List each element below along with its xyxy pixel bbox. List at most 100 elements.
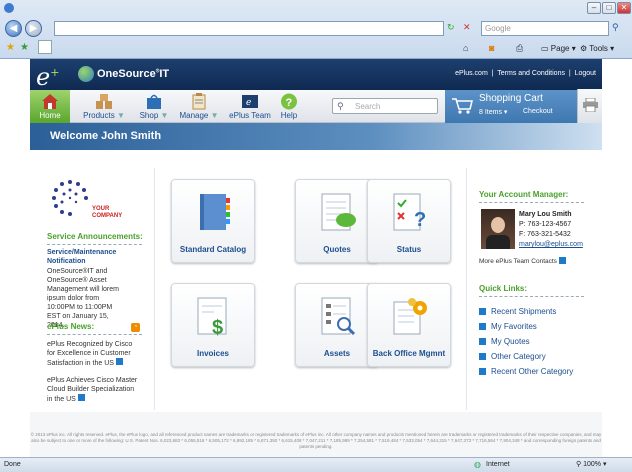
chevron-down-icon: ▼ [116, 111, 125, 120]
account-manager-name: Mary Lou Smith [519, 211, 572, 218]
quick-link[interactable]: Recent Shipments [479, 306, 573, 321]
more-contacts-label: More ePlus Team Contacts [479, 258, 557, 265]
welcome-message: Welcome John Smith [50, 130, 162, 142]
header-links: ePlus.com | Terms and Conditions | Logou… [455, 70, 596, 77]
account-manager-heading: Your Account Manager: [479, 190, 569, 199]
nav-products-label: Products [83, 111, 115, 120]
quick-link-label: My Quotes [491, 337, 530, 346]
chevron-down-icon: ▼ [160, 111, 169, 120]
nav-manage[interactable]: Manage ▼ [178, 90, 220, 123]
page-menu[interactable]: ▭ Page ▾ [541, 43, 576, 55]
tile-standard-catalog[interactable]: Standard Catalog [171, 179, 255, 263]
print-icon[interactable]: ⎙ [516, 43, 523, 54]
divider [479, 296, 584, 297]
quick-link[interactable]: My Favorites [479, 321, 573, 336]
header-link-separator: | [491, 70, 494, 77]
clipboard-icon [190, 93, 208, 110]
home-icon[interactable]: ⌂ [463, 43, 468, 53]
nav-home[interactable]: Home [30, 90, 70, 123]
welcome-bar: Welcome John Smith [30, 123, 602, 150]
nav-shop[interactable]: Shop ▼ [136, 90, 172, 123]
search-go-icon[interactable]: ⚲ [612, 22, 619, 33]
zoom-level[interactable]: ⚲ 100% ▾ [576, 458, 606, 472]
quotes-doc-icon [318, 190, 358, 236]
brand-suffix: IT [159, 68, 170, 80]
quick-link[interactable]: Recent Other Category [479, 366, 573, 381]
eplus-team-icon: e [241, 93, 259, 110]
status-checklist-icon: ? [390, 190, 430, 236]
refresh-icon[interactable]: ↻ [447, 22, 455, 33]
account-manager-fax: F: 763-321-5432 [519, 231, 571, 238]
shopping-bag-icon [145, 93, 163, 110]
address-bar[interactable] [54, 21, 444, 36]
account-manager-photo [481, 209, 515, 249]
tools-menu[interactable]: ⚙ Tools ▾ [580, 43, 614, 55]
logo-plus: + [50, 66, 60, 79]
account-manager-email[interactable]: marylou@eplus.com [519, 240, 583, 250]
site-search-input[interactable]: ⚲ Search [332, 98, 438, 114]
nav-help-label: Help [280, 111, 298, 120]
nav-help[interactable]: ? Help [275, 90, 303, 123]
browser-chrome: – □ ✕ ◀ ▶ ↻ ✕ Google ⚲ ★ ★ ⌂ ◙ ⎙ ▭ Page … [0, 0, 632, 59]
feed-icon[interactable]: ◙ [489, 43, 494, 53]
page-tab-icon[interactable] [38, 40, 52, 54]
site-header: e+ OneSource®IT ePlus.com | Terms and Co… [30, 59, 602, 90]
more-contacts-link[interactable]: More ePlus Team Contacts [479, 257, 566, 265]
divider [479, 202, 584, 203]
checkout-link[interactable]: Checkout [523, 108, 553, 115]
divider [47, 334, 142, 335]
back-button[interactable]: ◀ [5, 20, 22, 37]
tile-back-office[interactable]: Back Office Mgmnt [367, 283, 451, 367]
maximize-icon[interactable]: □ [602, 2, 616, 14]
zoom-value: 100% [583, 461, 601, 468]
favorites-star-icon[interactable]: ★ [6, 42, 15, 53]
nav-eplus-team[interactable]: e ePlus Team [227, 90, 273, 123]
cart-items[interactable]: 8 Items ▾ [479, 108, 507, 116]
quick-link-label: Recent Shipments [491, 307, 557, 316]
news-item[interactable]: ePlus Achieves Cisco Master Cloud Builde… [47, 376, 139, 404]
rss-icon[interactable]: ◔ [131, 323, 140, 332]
nav-products[interactable]: Products ▼ [80, 90, 128, 123]
status-text: Done [4, 461, 21, 468]
arrow-right-icon [479, 308, 486, 315]
browser-search-input[interactable]: Google [481, 21, 609, 36]
svg-text:e: e [246, 98, 251, 108]
nav-home-label: Home [39, 111, 61, 120]
column-divider [154, 168, 155, 410]
close-icon[interactable]: ✕ [617, 2, 631, 14]
print-page-button[interactable] [577, 89, 602, 123]
quick-link-label: Recent Other Category [491, 367, 574, 376]
cart-icon [451, 97, 473, 115]
arrow-right-icon [77, 394, 85, 401]
account-manager-details: Mary Lou Smith P: 763-123-4567 F: 763-32… [519, 210, 583, 250]
company-logo [48, 176, 92, 220]
main-content: YOUR COMPANY Service Announcements: Serv… [30, 150, 602, 412]
onesource-logo: OneSource®IT [97, 68, 170, 80]
quick-link[interactable]: My Quotes [479, 336, 573, 351]
company-logo-text: YOUR COMPANY [92, 206, 122, 220]
news-item[interactable]: ePlus Recognized by Cisco for Excellence… [47, 340, 139, 368]
service-announcements-heading: Service Announcements: [47, 232, 143, 241]
header-link-eplus[interactable]: ePlus.com [455, 70, 488, 77]
arrow-right-icon [558, 257, 566, 264]
tools-menu-label: Tools [589, 44, 608, 53]
tile-label: Status [396, 245, 422, 254]
arrow-right-icon [479, 353, 486, 360]
quick-link[interactable]: Other Category [479, 351, 573, 366]
browser-status-bar: Done ◍ Internet ⚲ 100% ▾ [0, 457, 632, 472]
shopping-cart[interactable]: Shopping Cart 8 Items ▾ Checkout [445, 89, 602, 123]
svg-text:$: $ [212, 317, 223, 339]
forward-button[interactable]: ▶ [25, 20, 42, 37]
eplus-logo[interactable]: e+ [36, 60, 59, 90]
add-favorite-icon[interactable]: ★ [20, 42, 29, 53]
tile-label: Invoices [196, 349, 229, 358]
avatar [491, 217, 505, 233]
cart-title: Shopping Cart [479, 93, 543, 104]
header-link-terms[interactable]: Terms and Conditions [497, 70, 565, 77]
stop-icon[interactable]: ✕ [463, 22, 471, 33]
header-link-logout[interactable]: Logout [575, 70, 596, 77]
tile-label: Assets [323, 349, 351, 358]
tile-invoices[interactable]: $ Invoices [171, 283, 255, 367]
minimize-icon[interactable]: – [587, 2, 601, 14]
tile-status[interactable]: ? Status [367, 179, 451, 263]
